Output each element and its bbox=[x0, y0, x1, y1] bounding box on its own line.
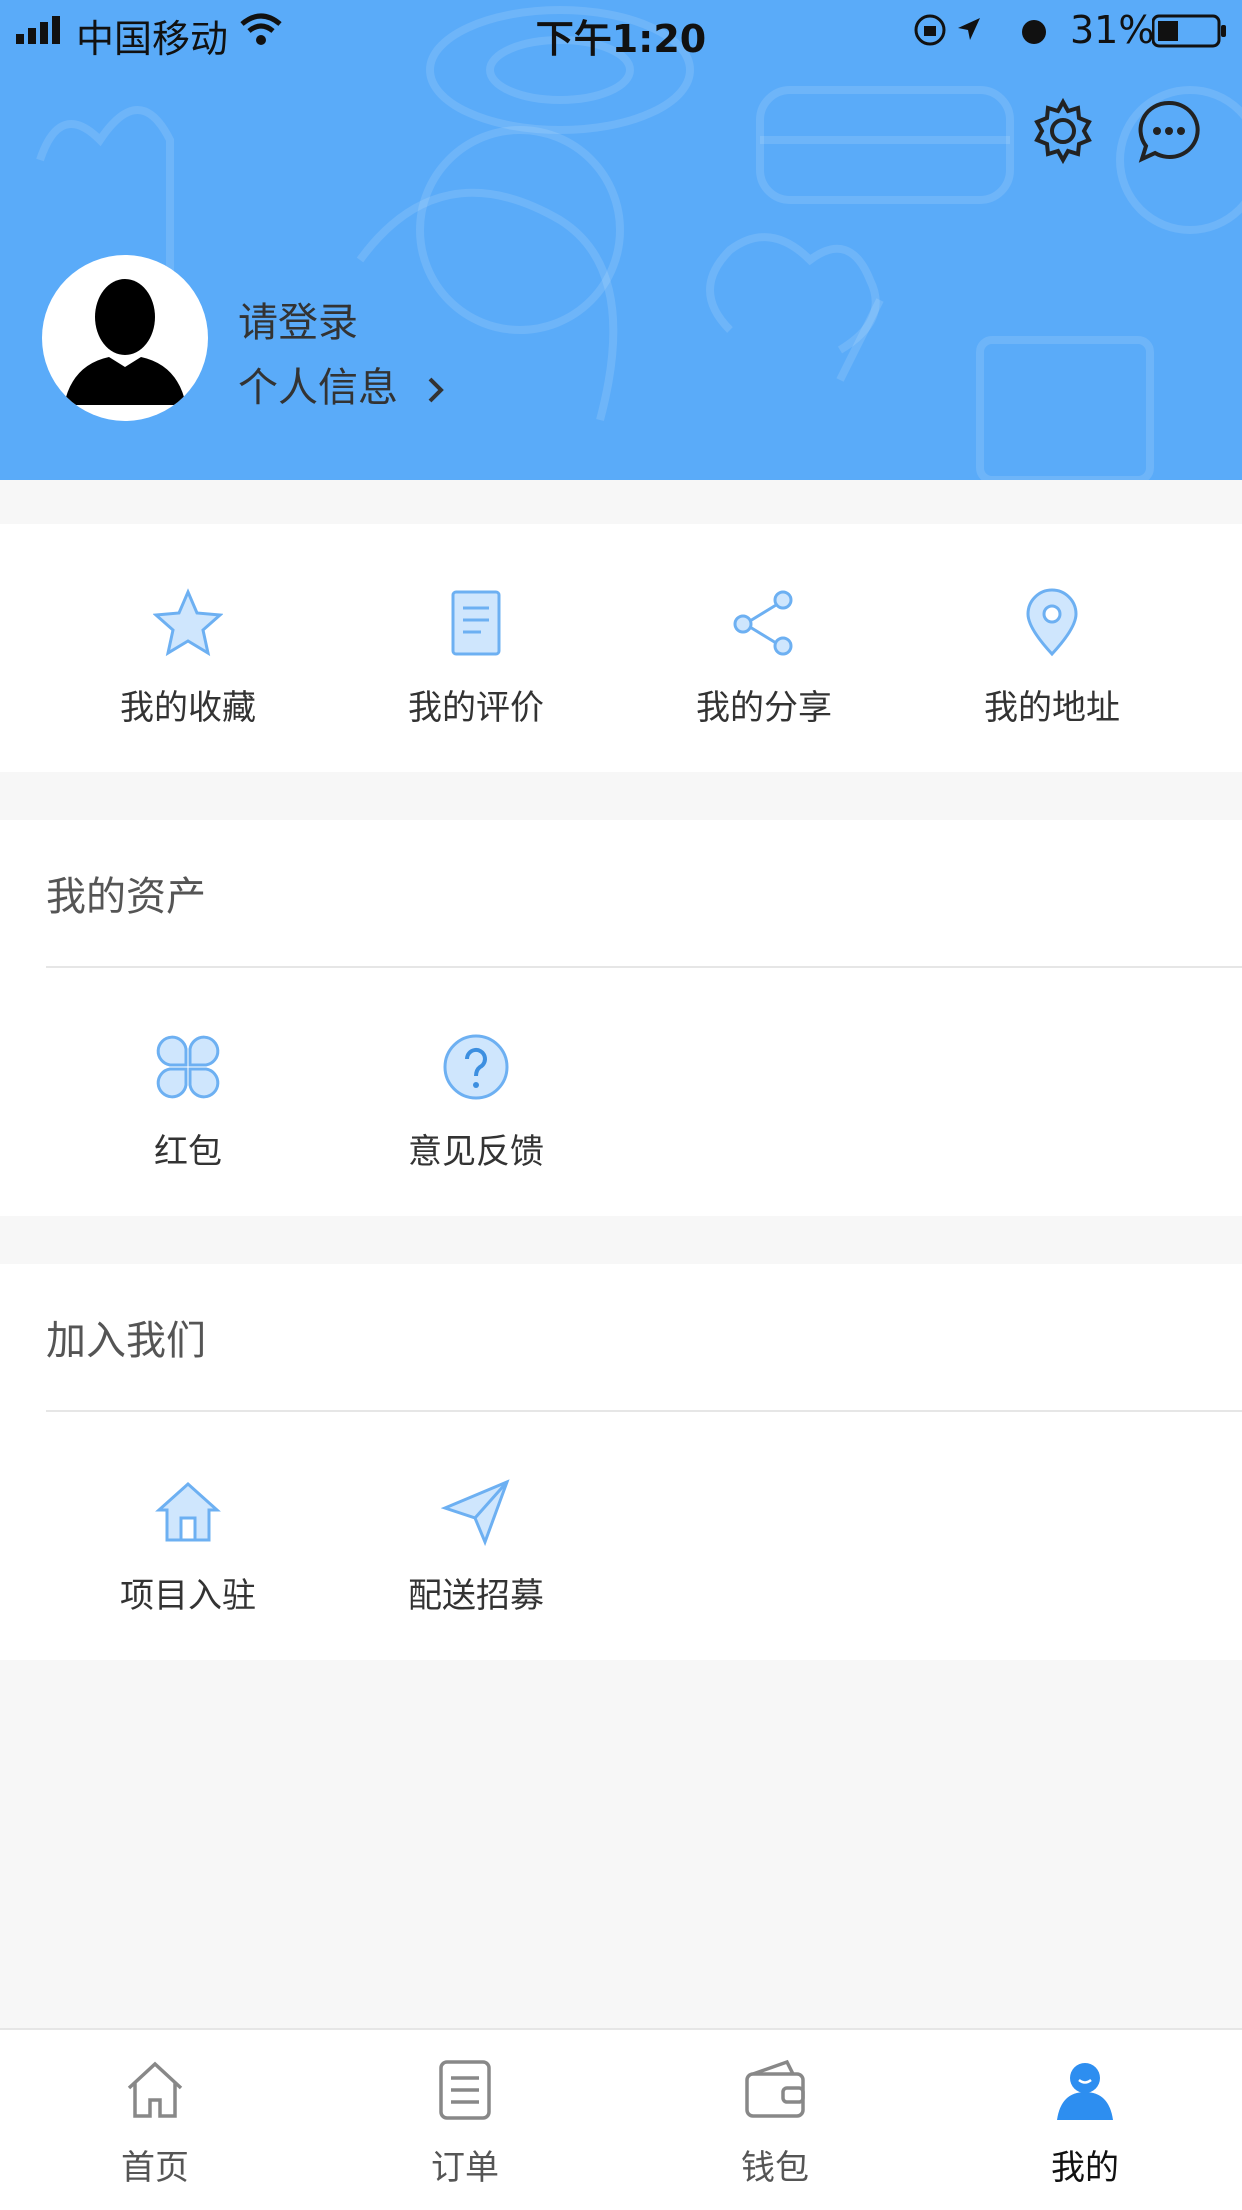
battery-icon bbox=[1152, 14, 1226, 48]
food-doodle-background bbox=[36, 6, 1242, 480]
tab-mine-label: 我的 bbox=[1051, 2148, 1119, 2188]
tab-home-label: 首页 bbox=[121, 2148, 189, 2188]
tab-home[interactable]: 首页 bbox=[0, 2030, 310, 2189]
home-icon bbox=[127, 2061, 183, 2118]
assets-section-title: 我的资产 bbox=[46, 874, 206, 920]
my-address-label: 我的地址 bbox=[984, 688, 1120, 728]
tab-wallet-label: 钱包 bbox=[741, 2148, 809, 2188]
quick-actions-panel: 我的收藏 我的评价 我的分享 我的地址 bbox=[0, 524, 1242, 772]
my-reviews-label: 我的评价 bbox=[408, 688, 544, 728]
my-shares-button[interactable]: 我的分享 bbox=[620, 524, 908, 729]
my-favorites-button[interactable]: 我的收藏 bbox=[44, 524, 332, 729]
clover-icon bbox=[156, 1035, 220, 1099]
my-address-button[interactable]: 我的地址 bbox=[908, 524, 1196, 729]
my-shares-label: 我的分享 bbox=[696, 688, 832, 728]
red-packet-label: 红包 bbox=[154, 1132, 222, 1172]
house-icon bbox=[155, 1481, 221, 1542]
question-icon bbox=[443, 1034, 509, 1100]
user-icon bbox=[1057, 2063, 1113, 2120]
status-bar: 中国移动 下午1:20 31% bbox=[0, 0, 1242, 62]
avatar[interactable] bbox=[42, 255, 208, 421]
join-section: 加入我们 项目入驻 配送招募 bbox=[0, 1264, 1242, 1660]
project-join-label: 项目入驻 bbox=[120, 1576, 256, 1616]
paper-plane-icon bbox=[441, 1479, 510, 1546]
location-pin-icon bbox=[1026, 588, 1078, 657]
tab-mine[interactable]: 我的 bbox=[930, 2030, 1240, 2189]
delivery-recruit-label: 配送招募 bbox=[408, 1576, 544, 1616]
bottom-tab-bar: 首页 订单 钱包 我的 bbox=[0, 2028, 1242, 2210]
wallet-icon bbox=[745, 2059, 805, 2118]
settings-gear-icon[interactable] bbox=[1030, 98, 1096, 164]
message-bubble-icon[interactable] bbox=[1136, 98, 1202, 164]
default-avatar-silhouette-icon bbox=[64, 279, 186, 405]
tab-orders-label: 订单 bbox=[431, 2148, 499, 2188]
red-packet-button[interactable]: 红包 bbox=[44, 968, 332, 1173]
profile-header: 中国移动 下午1:20 31% 请登录 个人信息 bbox=[0, 0, 1242, 480]
battery-percent: 31% bbox=[1070, 8, 1155, 52]
join-section-title: 加入我们 bbox=[46, 1318, 206, 1364]
assets-section: 我的资产 红包 意见反馈 bbox=[0, 820, 1242, 1216]
tab-orders[interactable]: 订单 bbox=[310, 2030, 620, 2189]
tab-wallet[interactable]: 钱包 bbox=[620, 2030, 930, 2189]
share-icon bbox=[733, 590, 793, 656]
document-icon bbox=[451, 590, 501, 656]
status-time: 下午1:20 bbox=[535, 17, 707, 61]
order-icon bbox=[439, 2060, 491, 2120]
my-favorites-label: 我的收藏 bbox=[120, 688, 256, 728]
feedback-button[interactable]: 意见反馈 bbox=[332, 968, 620, 1173]
chevron-right-icon bbox=[428, 377, 444, 403]
login-prompt[interactable]: 请登录 bbox=[238, 290, 358, 348]
project-join-button[interactable]: 项目入驻 bbox=[44, 1412, 332, 1617]
delivery-recruit-button[interactable]: 配送招募 bbox=[332, 1412, 620, 1617]
feedback-label: 意见反馈 bbox=[408, 1132, 544, 1172]
personal-info-label: 个人信息 bbox=[238, 365, 398, 411]
my-reviews-button[interactable]: 我的评价 bbox=[332, 524, 620, 729]
personal-info-link[interactable]: 个人信息 bbox=[238, 355, 445, 413]
status-indicators-icon bbox=[914, 14, 1046, 46]
star-icon bbox=[153, 588, 223, 657]
